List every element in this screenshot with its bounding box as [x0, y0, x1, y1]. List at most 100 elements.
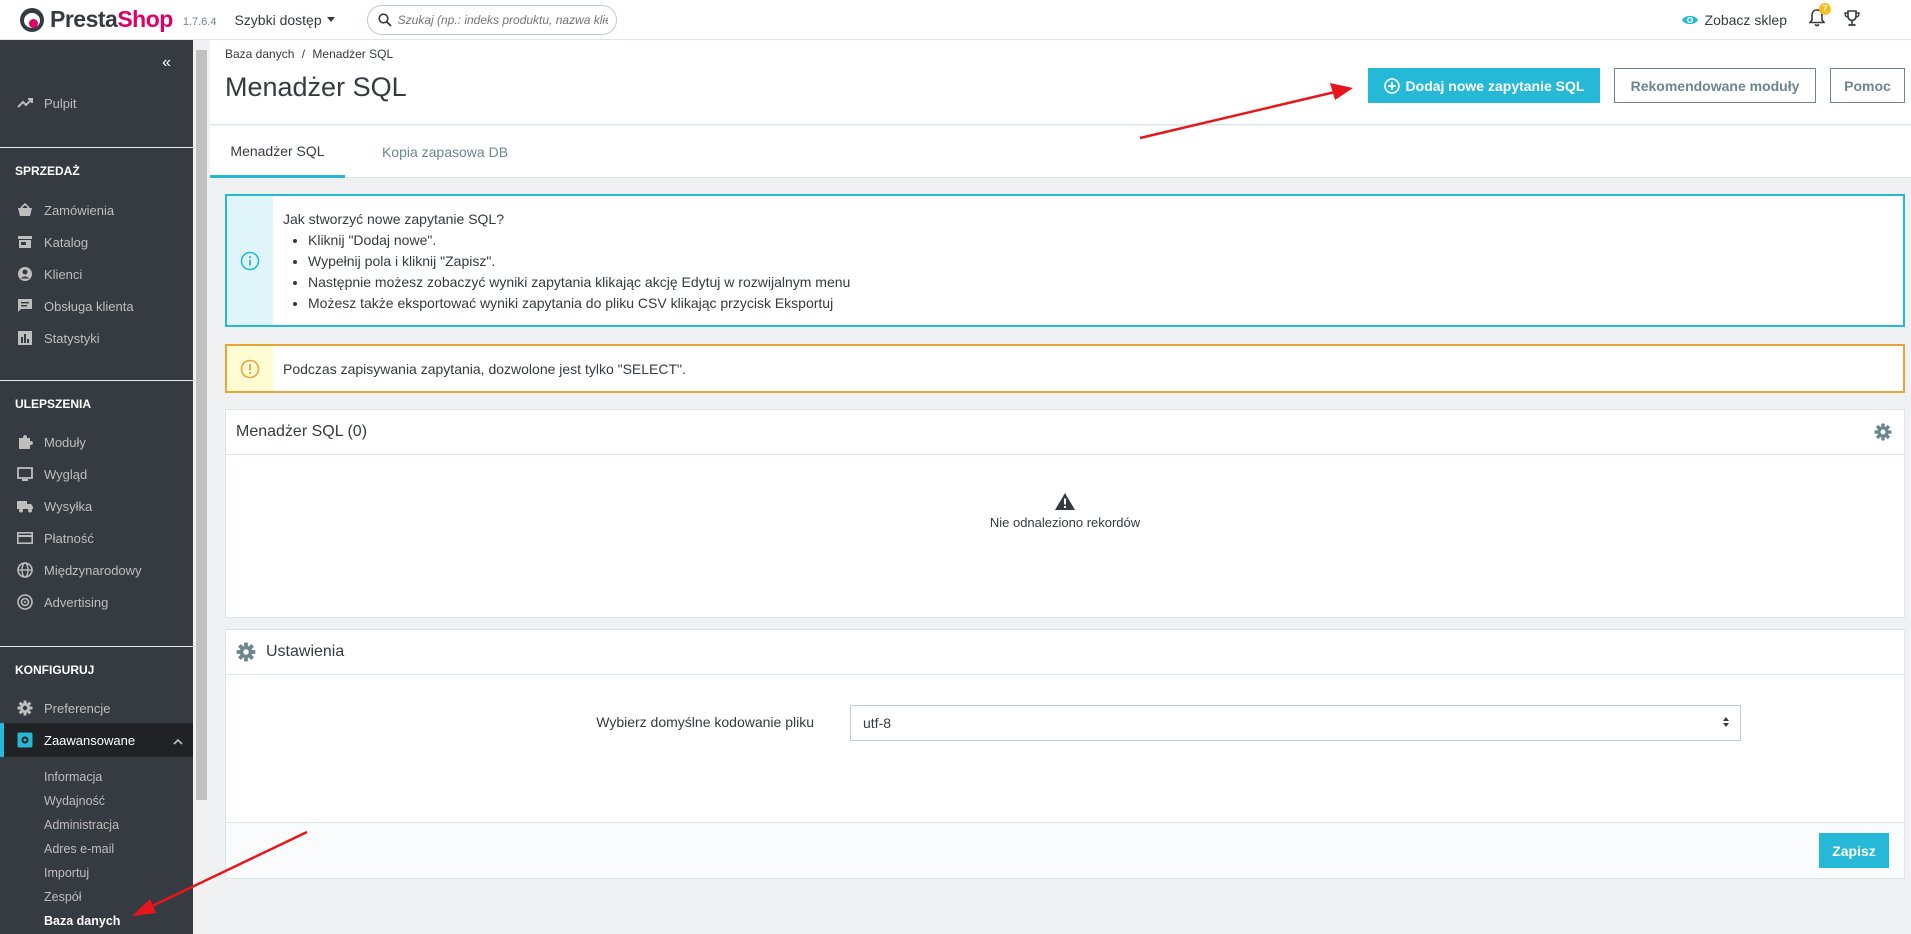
list-item: Kliknij "Dodaj nowe". [308, 230, 850, 251]
sidebar-divider [0, 646, 193, 647]
trending-up-icon [16, 94, 34, 112]
warning-alert: Podczas zapisywania zapytania, dozwolone… [225, 344, 1905, 393]
tab-sql-manager[interactable]: Menadżer SQL [210, 126, 345, 178]
sidebar-item-shipping[interactable]: Wysyłka [0, 490, 193, 522]
scrollbar-thumb[interactable] [196, 50, 207, 800]
submenu-item-administration[interactable]: Administracja [44, 818, 119, 832]
help-button[interactable]: Pomoc [1830, 68, 1905, 103]
info-icon [240, 251, 260, 270]
sidebar-item-stats[interactable]: Statystyki [0, 322, 193, 354]
eye-icon [1681, 15, 1698, 25]
warning-alert-text: Podczas zapisywania zapytania, dozwolone… [283, 361, 686, 377]
chat-icon [16, 297, 34, 315]
info-alert-heading: Jak stworzyć nowe zapytanie SQL? [283, 211, 504, 227]
tab-bar: Menadżer SQL Kopia zapasowa DB [210, 126, 1911, 178]
sidebar-item-modules[interactable]: Moduły [0, 426, 193, 458]
sidebar-item-customer-service[interactable]: Obsługa klienta [0, 290, 193, 322]
empty-state: Nie odnaleziono rekordów [226, 492, 1904, 530]
notification-badge: 7 [1819, 3, 1831, 15]
search-input[interactable] [397, 12, 608, 27]
chevron-down-icon [326, 17, 335, 22]
recommended-modules-button[interactable]: Rekomendowane moduły [1614, 68, 1816, 103]
chevron-up-icon [173, 733, 183, 748]
list-item: Następnie możesz zobaczyć wyniki zapytan… [308, 272, 850, 293]
sql-list-panel: Menadżer SQL (0) Nie odnaleziono rekordó… [225, 409, 1905, 618]
sidebar-item-design[interactable]: Wygląd [0, 458, 193, 490]
panel-footer: Zapisz [226, 822, 1904, 878]
encoding-select[interactable]: utf-8 [850, 705, 1741, 741]
tab-label: Kopia zapasowa DB [381, 144, 509, 160]
section-title-improve: ULEPSZENIA [15, 397, 92, 411]
select-arrows-icon [1722, 716, 1730, 728]
sidebar-item-label: Pulpit [44, 95, 77, 111]
save-button[interactable]: Zapisz [1819, 833, 1889, 868]
page-header: Baza danych / Menadżer SQL Menadżer SQL … [210, 40, 1911, 125]
search-icon [378, 12, 392, 27]
sidebar-item-label: Międzynarodowy [44, 562, 142, 578]
sidebar-item-label: Statystyki [44, 330, 100, 346]
breadcrumb-separator: / [301, 47, 306, 61]
warning-alert-side [227, 346, 273, 391]
settings-gear-icon[interactable] [1874, 423, 1892, 446]
panel-title: Ustawienia [266, 643, 345, 660]
version-label: 1.7.6.4 [182, 15, 217, 28]
sidebar-item-orders[interactable]: Zamówienia [0, 194, 193, 226]
settings-panel: Ustawienia Wybierz domyślne kodowanie pl… [225, 629, 1905, 879]
submenu-item-information[interactable]: Informacja [44, 770, 102, 784]
gear-icon [16, 699, 34, 717]
trophy-button[interactable] [1843, 9, 1861, 31]
globe-icon [16, 561, 34, 579]
monitor-icon [16, 465, 34, 483]
truck-icon [16, 497, 34, 515]
sidebar-item-advertising[interactable]: Advertising [0, 586, 193, 618]
quick-access-dropdown[interactable]: Szybki dostęp [234, 12, 335, 28]
breadcrumb-parent-link[interactable]: Baza danych [225, 47, 294, 61]
sidebar-item-label: Zamówienia [44, 202, 115, 218]
sidebar-divider [0, 147, 193, 148]
notifications-button[interactable]: 7 [1808, 3, 1831, 31]
panel-header: Menadżer SQL (0) [226, 410, 1904, 455]
sidebar-item-label: Advertising [44, 594, 109, 610]
add-circle-icon [1383, 77, 1400, 94]
add-sql-query-button[interactable]: Dodaj nowe zapytanie SQL [1368, 68, 1600, 103]
sidebar-item-label: Klienci [44, 266, 83, 282]
sidebar-item-preferences[interactable]: Preferencje [0, 692, 193, 724]
settings-applications-icon [16, 731, 34, 749]
encoding-select-value: utf-8 [863, 715, 892, 731]
prestashop-logo[interactable]: PrestaShop [20, 6, 173, 33]
warning-circle-icon [240, 359, 260, 378]
collapse-sidebar-icon[interactable]: « [162, 54, 171, 72]
recommended-modules-label: Rekomendowane moduły [1630, 77, 1800, 94]
sidebar-item-customers[interactable]: Klienci [0, 258, 193, 290]
sidebar-item-label: Wygląd [44, 466, 88, 482]
section-title-configure: KONFIGURUJ [15, 663, 95, 677]
sidebar-item-international[interactable]: Międzynarodowy [0, 554, 193, 586]
submenu-item-team[interactable]: Zespół [44, 890, 82, 904]
trophy-icon [1844, 10, 1860, 26]
sidebar-item-advanced[interactable]: Zaawansowane [0, 723, 193, 757]
sidebar-item-label: Wysyłka [44, 498, 93, 514]
sidebar-item-dashboard[interactable]: Pulpit [0, 87, 193, 119]
search-box[interactable] [366, 4, 617, 35]
submenu-item-import[interactable]: Importuj [44, 866, 89, 880]
section-title-sales: SPRZEDAŻ [15, 164, 80, 178]
add-sql-query-label: Dodaj nowe zapytanie SQL [1405, 77, 1585, 94]
sidebar-item-label: Zaawansowane [44, 732, 136, 748]
store-icon [16, 233, 34, 251]
encoding-label: Wybierz domyślne kodowanie pliku [596, 714, 814, 730]
panel-title: Menadżer SQL (0) [236, 423, 368, 440]
submenu-item-performance[interactable]: Wydajność [44, 794, 105, 808]
top-bar: PrestaShop 1.7.6.4 Szybki dostęp Zobacz … [0, 0, 1911, 40]
radar-icon [16, 593, 34, 611]
sidebar-scrollbar[interactable] [193, 40, 210, 934]
tab-db-backup[interactable]: Kopia zapasowa DB [365, 126, 525, 178]
sidebar-item-label: Moduły [44, 434, 86, 450]
sidebar-item-catalog[interactable]: Katalog [0, 226, 193, 258]
view-shop-link[interactable]: Zobacz sklep [1681, 12, 1787, 28]
submenu-item-database[interactable]: Baza danych [44, 914, 120, 928]
sidebar-item-label: Obsługa klienta [44, 298, 134, 314]
panel-header: Ustawienia [226, 630, 1904, 675]
submenu-item-email[interactable]: Adres e-mail [44, 842, 114, 856]
sidebar-item-payment[interactable]: Płatność [0, 522, 193, 554]
sidebar-item-label: Preferencje [44, 700, 111, 716]
